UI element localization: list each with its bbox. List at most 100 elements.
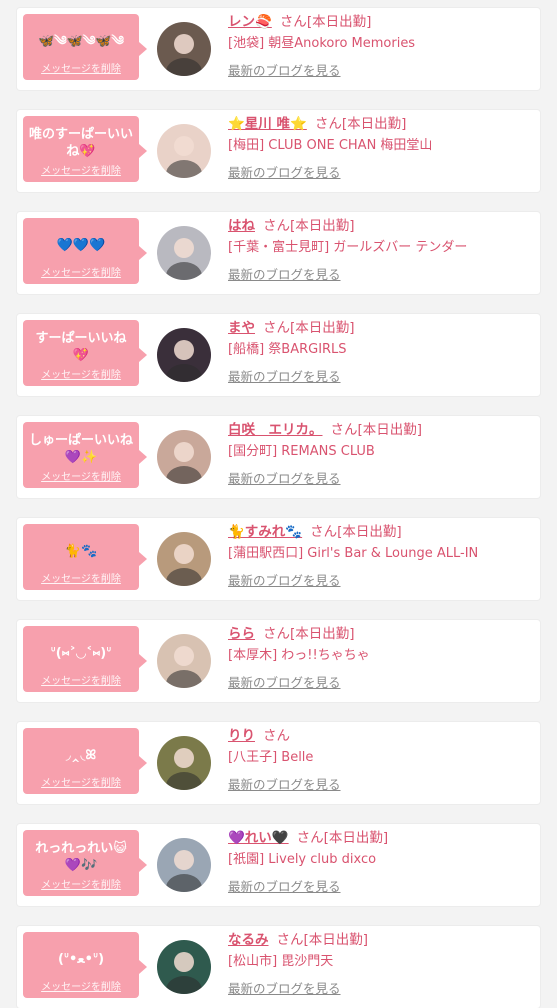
shift-status: [本日出勤]	[337, 524, 402, 540]
shift-status: [本日出勤]	[341, 116, 407, 132]
person-photo-icon	[157, 940, 211, 994]
latest-blog-link[interactable]: 最新のブログを見る	[228, 776, 341, 794]
person-photo-icon	[157, 430, 211, 484]
latest-blog-link[interactable]: 最新のブログを見る	[228, 878, 341, 896]
delete-message-link[interactable]: メッセージを削除	[23, 468, 139, 483]
message-card: すーぱーいいね💖 メッセージを削除 まや さん[本日出勤] [船橋] 祭BARGIRLS…	[17, 314, 540, 396]
cast-name-link[interactable]: まや	[228, 320, 255, 336]
message-text: 🦋༄🦋༄🦋༄	[38, 33, 124, 49]
person-photo-icon	[157, 226, 211, 280]
message-bubble: ᐡ(⑅˃◡˂⑅)ᐡ メッセージを削除	[23, 626, 147, 692]
delete-message-link[interactable]: メッセージを削除	[23, 672, 139, 687]
cast-name-link[interactable]: りり	[228, 728, 255, 744]
delete-message-link[interactable]: メッセージを削除	[23, 162, 139, 177]
message-bubble: 💙💙💙 メッセージを削除	[23, 218, 147, 284]
shift-status: [本日出勤]	[357, 422, 423, 438]
shift-status: [本日出勤]	[290, 218, 355, 234]
shop-name: [国分町] REMANS CLUB	[228, 444, 375, 459]
cast-info: りり さん [八王子] Belle 最新のブログを見る	[228, 726, 534, 794]
name-line: なるみ さん[本日出勤]	[228, 930, 534, 950]
cast-name-link[interactable]: 🐈すみれ🐾	[228, 524, 302, 540]
delete-message-link[interactable]: メッセージを削除	[23, 774, 139, 789]
cast-avatar[interactable]	[157, 940, 211, 994]
name-line: はね さん[本日出勤]	[228, 216, 534, 236]
latest-blog-link[interactable]: 最新のブログを見る	[228, 980, 341, 998]
message-text: れっれっれい😺💜🎶	[35, 841, 127, 873]
honorific-suffix: さん	[296, 830, 324, 846]
latest-blog-link[interactable]: 最新のブログを見る	[228, 572, 341, 590]
message-bubble: れっれっれい😺💜🎶 メッセージを削除	[23, 830, 147, 896]
person-photo-icon	[157, 532, 211, 586]
delete-message-link[interactable]: メッセージを削除	[23, 570, 139, 585]
cast-avatar[interactable]	[157, 838, 211, 892]
delete-message-link[interactable]: メッセージを削除	[23, 978, 139, 993]
delete-message-link[interactable]: メッセージを削除	[23, 366, 139, 381]
latest-blog-link[interactable]: 最新のブログを見る	[228, 674, 341, 692]
latest-blog-link[interactable]: 最新のブログを見る	[228, 266, 341, 284]
honorific-suffix: さん	[314, 116, 342, 132]
name-line: 🐈すみれ🐾 さん[本日出勤]	[228, 522, 534, 542]
person-photo-icon	[157, 736, 211, 790]
cast-info: 💜れい🖤 さん[本日出勤] [祇園] Lively club dixco 最新のブログ…	[228, 828, 534, 896]
cast-avatar[interactable]	[157, 226, 211, 280]
honorific-suffix: さん	[330, 422, 358, 438]
latest-blog-link[interactable]: 最新のブログを見る	[228, 368, 341, 386]
message-card: 唯のすーぱーいいね💖 メッセージを削除 ⭐星川 唯⭐ さん[本日出勤] [梅田] CLU…	[17, 110, 540, 192]
cast-avatar[interactable]	[157, 634, 211, 688]
person-photo-icon	[157, 634, 211, 688]
shift-status: [本日出勤]	[323, 830, 389, 846]
message-card: しゅーぱーいいね💜✨ メッセージを削除 白咲 エリカ。 さん[本日出勤] [国分町] R…	[17, 416, 540, 498]
cast-avatar[interactable]	[157, 22, 211, 76]
cast-info: まや さん[本日出勤] [船橋] 祭BARGIRLS 最新のブログを見る	[228, 318, 534, 386]
cast-info: ⭐星川 唯⭐ さん[本日出勤] [梅田] CLUB ONE CHAN 梅田堂山 最新の…	[228, 114, 534, 182]
cast-name-link[interactable]: らら	[228, 626, 255, 642]
message-bubble: 🦋༄🦋༄🦋༄ メッセージを削除	[23, 14, 147, 80]
cast-info: 白咲 エリカ。 さん[本日出勤] [国分町] REMANS CLUB 最新のブログを見…	[228, 420, 534, 488]
name-line: まや さん[本日出勤]	[228, 318, 534, 338]
name-line: ⭐星川 唯⭐ さん[本日出勤]	[228, 114, 534, 134]
delete-message-link[interactable]: メッセージを削除	[23, 264, 139, 279]
cast-name-link[interactable]: ⭐星川 唯⭐	[228, 116, 307, 132]
person-photo-icon	[157, 124, 211, 178]
name-line: りり さん	[228, 726, 534, 746]
cast-avatar[interactable]	[157, 124, 211, 178]
latest-blog-link[interactable]: 最新のブログを見る	[228, 470, 341, 488]
honorific-suffix: さん	[263, 728, 290, 744]
cast-avatar[interactable]	[157, 328, 211, 382]
cast-name-link[interactable]: はね	[228, 218, 255, 234]
shift-status: [本日出勤]	[290, 320, 355, 336]
name-line: レン🍣 さん[本日出勤]	[228, 12, 534, 32]
cast-avatar[interactable]	[157, 736, 211, 790]
message-card: ᐡ(⑅˃◡˂⑅)ᐡ メッセージを削除 らら さん[本日出勤] [本厚木] わっ!!ちゃち…	[17, 620, 540, 702]
honorific-suffix: さん	[263, 320, 290, 336]
message-list: 🦋༄🦋༄🦋༄ メッセージを削除 レン🍣 さん[本日出勤] [池袋] 朝昼Anokoro …	[0, 0, 557, 1008]
message-text: しゅーぱーいいね💜✨	[29, 433, 133, 465]
cast-name-link[interactable]: 💜れい🖤	[228, 830, 289, 846]
shop-name: [船橋] 祭BARGIRLS	[228, 342, 347, 357]
shop-name: [本厚木] わっ!!ちゃちゃ	[228, 648, 370, 663]
message-bubble: 🐈🐾 メッセージを削除	[23, 524, 147, 590]
shift-status: [本日出勤]	[306, 14, 372, 30]
name-line: 💜れい🖤 さん[本日出勤]	[228, 828, 534, 848]
latest-blog-link[interactable]: 最新のブログを見る	[228, 62, 341, 80]
message-bubble: しゅーぱーいいね💜✨ メッセージを削除	[23, 422, 147, 488]
cast-name-link[interactable]: なるみ	[228, 932, 269, 948]
delete-message-link[interactable]: メッセージを削除	[23, 876, 139, 891]
shift-status: [本日出勤]	[290, 626, 355, 642]
cast-avatar[interactable]	[157, 430, 211, 484]
name-line: らら さん[本日出勤]	[228, 624, 534, 644]
cast-info: はね さん[本日出勤] [千葉・富士見町] ガールズバー テンダー 最新のブログを見る	[228, 216, 534, 284]
name-line: 白咲 エリカ。 さん[本日出勤]	[228, 420, 534, 440]
message-text: ◞‸◟ꕤ	[65, 747, 97, 763]
message-card: 💙💙💙 メッセージを削除 はね さん[本日出勤] [千葉・富士見町] ガールズバー テン…	[17, 212, 540, 294]
latest-blog-link[interactable]: 最新のブログを見る	[228, 164, 341, 182]
message-text: 🐈🐾	[64, 543, 98, 559]
cast-info: 🐈すみれ🐾 さん[本日出勤] [蒲田駅西口] Girl's Bar & Lounge…	[228, 522, 534, 590]
cast-name-link[interactable]: 白咲 エリカ。	[228, 422, 323, 438]
message-text: すーぱーいいね💖	[35, 331, 127, 363]
delete-message-link[interactable]: メッセージを削除	[23, 60, 139, 75]
cast-name-link[interactable]: レン🍣	[228, 14, 272, 30]
message-card: 🦋༄🦋༄🦋༄ メッセージを削除 レン🍣 さん[本日出勤] [池袋] 朝昼Anokoro …	[17, 8, 540, 90]
cast-avatar[interactable]	[157, 532, 211, 586]
shop-name: [八王子] Belle	[228, 750, 314, 765]
